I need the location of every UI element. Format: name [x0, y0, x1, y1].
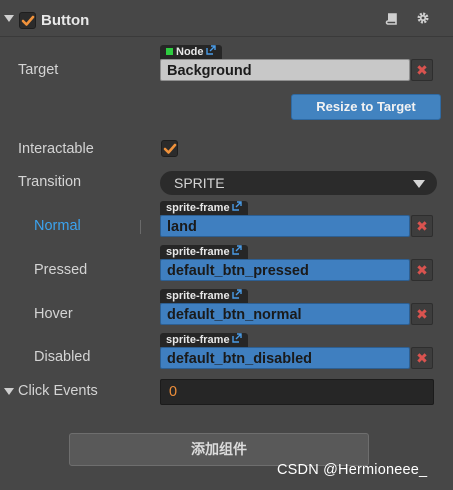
sprite-frame-tag-text: sprite-frame [166, 290, 230, 302]
interactable-label: Interactable [18, 141, 94, 157]
hover-sprite-field[interactable]: default_btn_normal [160, 303, 410, 325]
target-node-field[interactable]: Background [160, 59, 410, 81]
disabled-sprite-field[interactable]: default_btn_disabled [160, 347, 410, 369]
normal-sprite-field[interactable]: land [160, 215, 410, 237]
target-label: Target [18, 62, 59, 78]
pressed-sprite-field[interactable]: default_btn_pressed [160, 259, 410, 281]
transition-label: Transition [18, 174, 82, 190]
node-type-tag: Node [160, 45, 222, 59]
normal-state-label: Normal [34, 218, 81, 234]
external-link-icon[interactable] [231, 201, 242, 215]
normal-sprite-clear-button[interactable]: ✖ [411, 215, 433, 237]
target-clear-button[interactable]: ✖ [411, 59, 433, 81]
external-link-icon[interactable] [231, 245, 242, 259]
hover-state-label: Hover [34, 306, 73, 322]
resize-to-target-button[interactable]: Resize to Target [291, 94, 441, 120]
sprite-frame-tag: sprite-frame [160, 245, 248, 259]
checkmark-icon [163, 143, 177, 154]
external-link-icon[interactable] [231, 289, 242, 303]
click-events-collapse-icon[interactable] [4, 388, 14, 395]
sprite-frame-tag-text: sprite-frame [166, 334, 230, 346]
click-events-label: Click Events [18, 383, 98, 399]
node-tag-text: Node [176, 46, 204, 58]
sprite-frame-tag: sprite-frame [160, 289, 248, 303]
sprite-frame-tag: sprite-frame [160, 201, 248, 215]
pressed-state-label: Pressed [34, 262, 88, 278]
sprite-frame-tag: sprite-frame [160, 333, 248, 347]
disabled-state-label: Disabled [34, 349, 91, 365]
collapse-triangle-icon[interactable] [4, 15, 14, 22]
chevron-down-icon [413, 180, 425, 188]
transition-select-value: SPRITE [174, 175, 225, 191]
checkmark-icon [21, 15, 35, 26]
header-divider [0, 36, 453, 37]
node-color-icon [166, 48, 173, 55]
gear-icon[interactable] [416, 11, 430, 30]
interactable-checkbox[interactable] [161, 140, 178, 157]
component-header: Button [0, 0, 453, 36]
component-enabled-checkbox[interactable] [19, 12, 36, 29]
book-icon[interactable] [385, 12, 399, 31]
external-link-icon[interactable] [205, 45, 216, 59]
sprite-frame-tag-text: sprite-frame [166, 246, 230, 258]
transition-select[interactable]: SPRITE [160, 171, 437, 195]
hover-sprite-clear-button[interactable]: ✖ [411, 303, 433, 325]
external-link-icon[interactable] [231, 333, 242, 347]
click-events-count-field[interactable]: 0 [160, 379, 434, 405]
disabled-sprite-clear-button[interactable]: ✖ [411, 347, 433, 369]
pressed-sprite-clear-button[interactable]: ✖ [411, 259, 433, 281]
sprite-frame-tag-text: sprite-frame [166, 202, 230, 214]
watermark-text: CSDN @Hermioneee_ [277, 462, 428, 478]
label-splitter[interactable] [140, 220, 141, 234]
component-title: Button [41, 12, 90, 29]
